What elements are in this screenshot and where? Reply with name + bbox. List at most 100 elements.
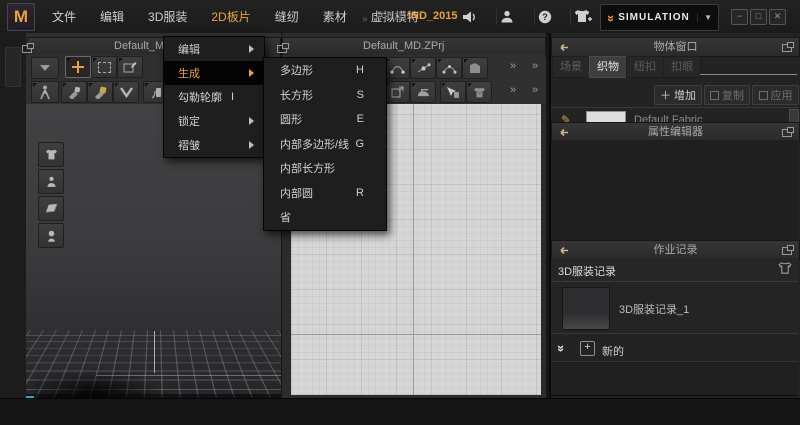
add-record-icon[interactable]: + [580,341,595,356]
arrow-fabric-icon [446,86,460,99]
pattern-shape-icon [468,62,482,74]
add-fabric-button[interactable]: ＋增加 [654,85,702,105]
pin-box-tool-button[interactable] [87,81,113,103]
menu-item-lock[interactable]: 锁定 [164,109,264,133]
menu-item-create[interactable]: 生成 [164,61,264,85]
submenu-item-internal-rectangle[interactable]: 内部长方形 [264,156,386,181]
menu-overflow-icon[interactable]: » [362,14,368,25]
toolbar-overflow-icon[interactable]: » [510,84,515,96]
move-tool-button[interactable] [65,56,91,78]
pattern-outline-tool-button[interactable] [462,57,488,79]
menubar: 文件 编辑 3D服装 2D板片 缝纫 素材 虚拟模特 [40,0,431,33]
iron-tool-button[interactable] [410,81,436,103]
menu-sewing[interactable]: 缝纫 [263,8,311,25]
show-mannequin-button[interactable] [38,223,64,248]
submenu-item-internal-polygon[interactable]: 内部多边形/线G [264,132,386,157]
chevron-down-icon[interactable]: ▼ [697,13,718,22]
bezier-icon [442,62,457,74]
avatar-display-button[interactable] [31,81,59,103]
show-avatar-button[interactable] [38,169,64,194]
popup-window-icon[interactable] [782,42,794,52]
speaker-icon[interactable] [461,9,479,25]
menu-edit[interactable]: 编辑 [88,8,136,25]
toolbar-collapse-button[interactable] [31,57,59,79]
toolbar-overflow-icon[interactable]: » [532,84,537,96]
topbar-divider [570,9,571,25]
edit-curvature-tool-button[interactable] [436,57,462,79]
submenu-item-rectangle[interactable]: 长方形S [264,83,386,108]
tab-scene[interactable]: 场景 [552,56,590,78]
expand-double-chevron-icon[interactable]: » [554,345,569,350]
show-garment-button[interactable] [38,142,64,167]
box-edit-tool-button[interactable] [117,56,143,78]
menu-item-pleats[interactable]: 褶皱 [164,133,264,157]
app-logo[interactable]: M [7,3,35,31]
grab-fabric-icon [149,86,163,99]
user-icon[interactable] [499,9,517,25]
minimize-button[interactable]: − [731,9,748,25]
popup-window-icon[interactable] [277,43,289,53]
shortcut-key: E [357,113,364,125]
submenu-item-dart[interactable]: 省 [264,205,386,230]
topbar-divider [496,9,497,25]
popup-window-icon[interactable] [782,245,794,255]
rect-select-tool-button[interactable] [91,56,117,78]
submenu-item-internal-circle[interactable]: 内部圆R [264,181,386,206]
popup-window-icon[interactable] [782,127,794,137]
show-fabric-button[interactable] [38,196,64,221]
object-window-header[interactable]: 物体窗口 [551,37,800,57]
add-point-tool-button[interactable] [410,57,436,79]
add-garment-icon[interactable] [572,8,590,24]
point-line-icon [416,62,431,74]
simulation-button[interactable]: » SIMULATION ▼ [600,4,719,31]
menu-material[interactable]: 素材 [311,8,359,25]
right-panel: 物体窗口 场景 织物 纽扣 扣眼 ＋增加 复制 应用 ✎ Default Fab… [549,33,800,398]
2d-window-titlebar[interactable]: Default_MD.ZPrj [282,37,546,57]
maximize-button[interactable]: □ [750,9,767,25]
transform-pattern-tool-button[interactable] [384,81,410,103]
tab-buttonhole[interactable]: 扣眼 [663,56,701,78]
menu-2d-pattern[interactable]: 2D板片 [199,8,262,25]
2d-vertical-axis [413,104,414,395]
new-record-label: 新的 [602,343,624,359]
move-pattern-tool-button[interactable] [440,81,466,103]
toolbar-overflow-icon[interactable]: » [510,60,515,72]
help-icon[interactable]: ? [537,9,555,25]
collapsed-panel-tab[interactable] [5,47,21,87]
menu-3d-garment[interactable]: 3D服装 [136,8,199,25]
submenu-item-polygon[interactable]: 多边形H [264,58,386,83]
tab-button[interactable]: 纽扣 [626,56,664,78]
garment-record-shirt-icon[interactable] [777,261,793,278]
menu-item-edit[interactable]: 编辑 [164,37,264,61]
apply-fabric-button[interactable]: 应用 [752,85,799,105]
edit-curve-tool-button[interactable] [384,57,410,79]
textured-shirt-icon [472,86,487,99]
2d-pattern-menu: 编辑 生成 勾勒轮廓I 锁定 褶皱 [163,36,265,158]
tab-fabric[interactable]: 织物 [589,56,627,78]
plus-icon: ＋ [660,87,671,103]
menu-file[interactable]: 文件 [40,8,88,25]
property-editor-header[interactable]: 属性编辑器 [551,122,800,142]
fold-tool-button[interactable] [113,81,139,103]
2d-horizontal-axis [291,334,541,335]
new-record-row[interactable]: » + 新的 [551,333,798,361]
toolbar-overflow-icon[interactable]: » [532,60,537,72]
dock-pin-icon[interactable] [556,127,569,138]
copy-fabric-button[interactable]: 复制 [704,85,750,105]
menu-item-trace[interactable]: 勾勒轮廓I [164,85,264,109]
tab-underline [700,74,797,75]
job-history-title: 作业记录 [569,242,782,259]
dock-pin-icon[interactable] [556,42,569,53]
pin-box-icon [93,86,107,99]
dock-pin-icon[interactable] [556,245,569,256]
popup-window-icon[interactable] [22,43,34,53]
pin-tool-button[interactable] [61,81,87,103]
record-item[interactable]: 3D服装记录_1 [551,282,798,334]
close-button[interactable]: ✕ [769,9,786,25]
record-name: 3D服装记录_1 [619,301,689,317]
fabric-icon [44,202,59,215]
submenu-item-circle[interactable]: 圆形E [264,107,386,132]
job-history-header[interactable]: 作业记录 [551,240,800,260]
box-pen-icon [123,61,137,73]
texture-tool-button[interactable] [466,81,492,103]
